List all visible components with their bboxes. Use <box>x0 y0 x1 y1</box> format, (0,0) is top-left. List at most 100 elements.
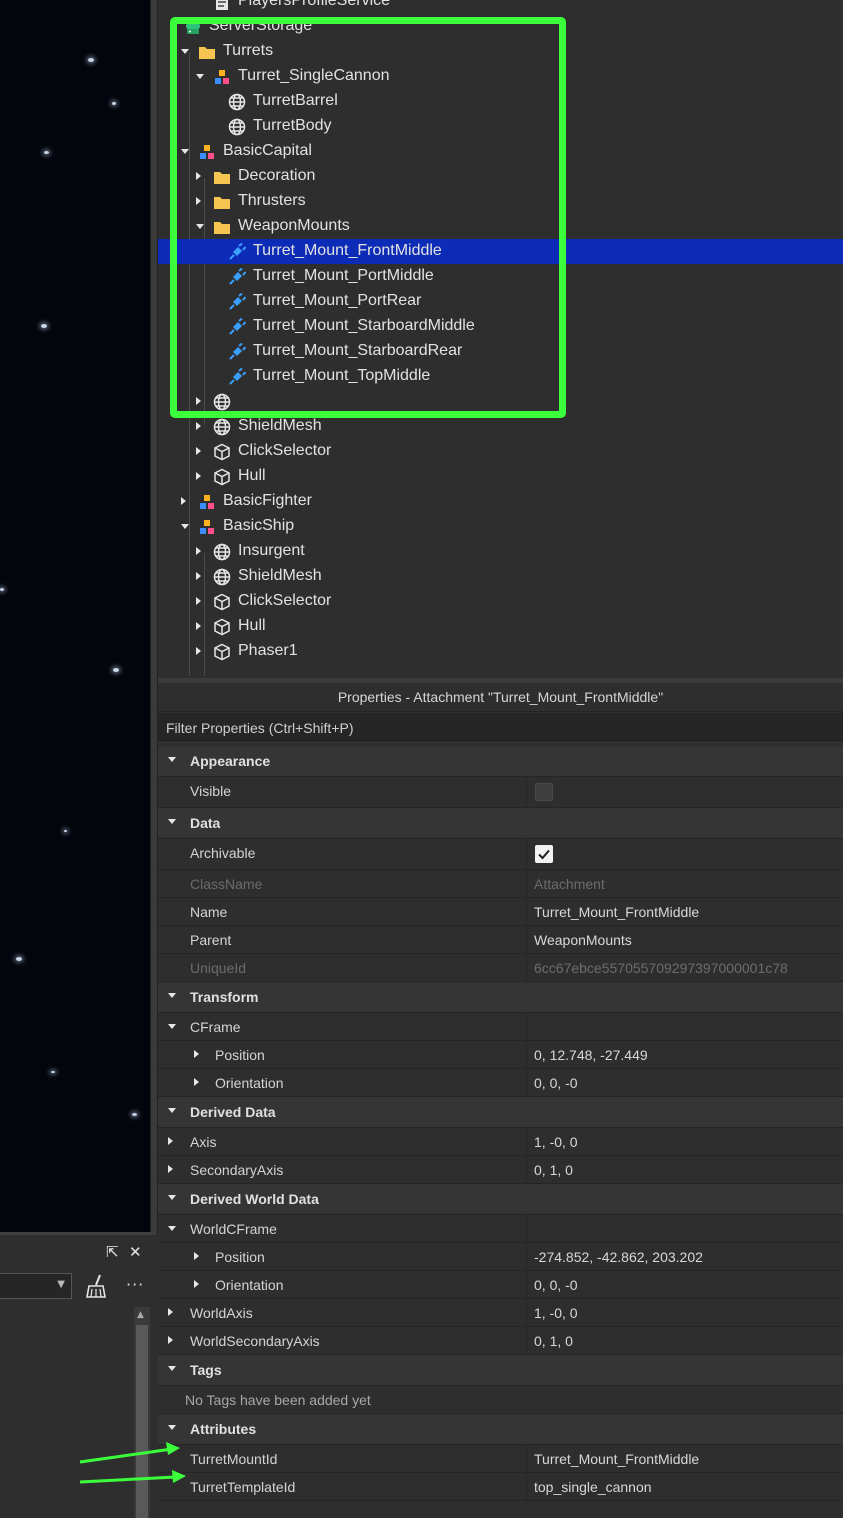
left-panel-scrollbar[interactable]: ▲ <box>134 1307 150 1518</box>
property-section-header[interactable]: Data <box>158 808 843 839</box>
more-options-icon[interactable]: ··· <box>126 1275 144 1294</box>
expand-arrow-icon[interactable] <box>194 1078 199 1086</box>
expand-arrow-icon[interactable] <box>168 1165 173 1173</box>
explorer-row[interactable]: Turret_SingleCannon <box>158 64 843 89</box>
property-section-header[interactable]: Tags <box>158 1355 843 1386</box>
property-row[interactable]: TurretTemplateId top_single_cannon <box>158 1473 843 1501</box>
property-section-header[interactable]: Derived World Data <box>158 1184 843 1215</box>
property-row[interactable]: WorldCFrame <box>158 1215 843 1243</box>
explorer-row[interactable]: TurretBody <box>158 114 843 139</box>
explorer-row[interactable]: ShieldMesh <box>158 564 843 589</box>
property-section-header[interactable]: Transform <box>158 982 843 1013</box>
collapsed-arrow-icon[interactable] <box>196 197 201 205</box>
property-row[interactable]: ClassName Attachment <box>158 870 843 898</box>
explorer-row[interactable]: Turret_Mount_StarboardMiddle <box>158 314 843 339</box>
explorer-row[interactable]: Phaser1 <box>158 639 843 664</box>
property-value[interactable]: 6cc67ebce557055709297397000001c78 <box>534 960 788 976</box>
property-value[interactable]: 0, 0, -0 <box>534 1277 578 1293</box>
property-section-header[interactable]: Appearance <box>158 746 843 777</box>
collapse-arrow-icon[interactable] <box>168 757 176 762</box>
explorer-row[interactable]: Turrets <box>158 39 843 64</box>
collapsed-arrow-icon[interactable] <box>196 572 201 580</box>
property-row[interactable]: CFrame <box>158 1013 843 1041</box>
property-value[interactable]: Turret_Mount_FrontMiddle <box>534 1451 699 1467</box>
explorer-row[interactable]: Hull <box>158 464 843 489</box>
explorer-row[interactable]: ClickSelector <box>158 439 843 464</box>
property-row[interactable]: Orientation 0, 0, -0 <box>158 1069 843 1097</box>
property-section-header[interactable]: Derived Data <box>158 1097 843 1128</box>
property-row[interactable]: WorldSecondaryAxis 0, 1, 0 <box>158 1327 843 1355</box>
explorer-row[interactable]: ServerStorage <box>158 14 843 39</box>
explorer-row[interactable]: BasicShip <box>158 514 843 539</box>
expand-arrow-icon[interactable] <box>168 1336 173 1344</box>
expand-arrow-icon[interactable] <box>181 524 189 529</box>
property-row[interactable]: Orientation 0, 0, -0 <box>158 1271 843 1299</box>
explorer-row[interactable]: Thrusters <box>158 189 843 214</box>
property-value[interactable]: 1, -0, 0 <box>534 1134 578 1150</box>
collapse-arrow-icon[interactable] <box>168 1108 176 1113</box>
expand-arrow-icon[interactable] <box>168 1308 173 1316</box>
property-row[interactable]: Axis 1, -0, 0 <box>158 1128 843 1156</box>
property-row[interactable]: No Tags have been added yet <box>158 1386 843 1414</box>
explorer-row[interactable] <box>158 389 843 414</box>
expand-arrow-icon[interactable] <box>196 224 204 229</box>
explorer-row[interactable]: Turret_Mount_TopMiddle <box>158 364 843 389</box>
expand-arrow-icon[interactable] <box>194 1252 199 1260</box>
collapsed-arrow-icon[interactable] <box>196 422 201 430</box>
property-row[interactable]: Name Turret_Mount_FrontMiddle <box>158 898 843 926</box>
property-value[interactable]: 0, 1, 0 <box>534 1333 573 1349</box>
expand-arrow-icon[interactable] <box>194 1280 199 1288</box>
property-row[interactable]: Position -274.852, -42.862, 203.202 <box>158 1243 843 1271</box>
explorer-row[interactable]: Turret_Mount_FrontMiddle <box>158 239 843 264</box>
collapsed-arrow-icon[interactable] <box>196 397 201 405</box>
collapse-arrow-icon[interactable] <box>168 1226 176 1231</box>
property-value[interactable]: WeaponMounts <box>534 932 632 948</box>
collapsed-arrow-icon[interactable] <box>181 497 186 505</box>
checkbox-unchecked[interactable] <box>535 783 553 801</box>
left-dropdown[interactable]: ▼ <box>0 1273 72 1299</box>
collapse-arrow-icon[interactable] <box>168 993 176 998</box>
property-row[interactable]: Parent WeaponMounts <box>158 926 843 954</box>
collapse-arrow-icon[interactable] <box>168 1024 176 1029</box>
property-section-header[interactable]: Attributes <box>158 1414 843 1445</box>
viewport-divider[interactable] <box>150 0 158 1232</box>
collapsed-arrow-icon[interactable] <box>196 647 201 655</box>
property-value[interactable]: 0, 12.748, -27.449 <box>534 1047 648 1063</box>
explorer-row[interactable]: TurretBarrel <box>158 89 843 114</box>
expand-arrow-icon[interactable] <box>194 1050 199 1058</box>
scrollbar-thumb[interactable] <box>136 1325 148 1518</box>
explorer-row[interactable]: BasicFighter <box>158 489 843 514</box>
filter-properties-input[interactable]: Filter Properties (Ctrl+Shift+P) <box>158 713 843 743</box>
viewport-3d[interactable] <box>0 0 150 1232</box>
explorer-row[interactable]: Hull <box>158 614 843 639</box>
explorer-row[interactable]: Turret_Mount_StarboardRear <box>158 339 843 364</box>
collapsed-arrow-icon[interactable] <box>196 472 201 480</box>
collapsed-arrow-icon[interactable] <box>196 547 201 555</box>
expand-arrow-icon[interactable] <box>196 74 204 79</box>
explorer-row[interactable]: PlayersProfileService <box>158 0 843 14</box>
explorer-row[interactable]: WeaponMounts <box>158 214 843 239</box>
property-value[interactable]: 0, 1, 0 <box>534 1162 573 1178</box>
scroll-up-icon[interactable]: ▲ <box>137 1310 144 1320</box>
collapse-arrow-icon[interactable] <box>168 1366 176 1371</box>
collapsed-arrow-icon[interactable] <box>196 172 201 180</box>
explorer-row[interactable]: Decoration <box>158 164 843 189</box>
expand-arrow-icon[interactable] <box>181 49 189 54</box>
collapse-arrow-icon[interactable] <box>168 819 176 824</box>
property-row[interactable]: Visible <box>158 777 843 808</box>
property-value[interactable]: 0, 0, -0 <box>534 1075 578 1091</box>
collapsed-arrow-icon[interactable] <box>196 447 201 455</box>
property-row[interactable]: TurretMountId Turret_Mount_FrontMiddle <box>158 1445 843 1473</box>
property-row[interactable]: Archivable <box>158 839 843 870</box>
broom-icon[interactable] <box>84 1273 110 1299</box>
explorer-row[interactable]: Turret_Mount_PortMiddle <box>158 264 843 289</box>
collapse-arrow-icon[interactable] <box>168 1195 176 1200</box>
close-icon[interactable]: ✕ <box>129 1243 142 1261</box>
collapsed-arrow-icon[interactable] <box>196 597 201 605</box>
expand-arrow-icon[interactable] <box>181 149 189 154</box>
property-row[interactable]: SecondaryAxis 0, 1, 0 <box>158 1156 843 1184</box>
collapse-arrow-icon[interactable] <box>168 1425 176 1430</box>
explorer-row[interactable]: Turret_Mount_PortRear <box>158 289 843 314</box>
explorer-row[interactable]: ClickSelector <box>158 589 843 614</box>
property-value[interactable]: Turret_Mount_FrontMiddle <box>534 904 699 920</box>
